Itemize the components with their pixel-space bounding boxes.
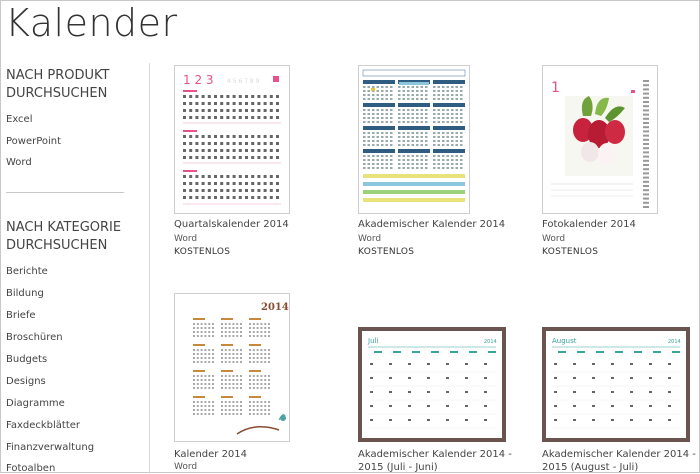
akademisch-juli-preview: Juli 2014 bbox=[367, 337, 497, 429]
template-price: KOSTENLOS bbox=[174, 247, 231, 257]
category-budgets[interactable]: Budgets bbox=[6, 354, 47, 365]
photo-month-number: 1 bbox=[551, 80, 560, 96]
product-filter-heading: NACH PRODUKT DURCHSUCHEN bbox=[6, 68, 110, 101]
filter-excel[interactable]: Excel bbox=[6, 114, 33, 125]
sidebar-divider-horizontal bbox=[6, 192, 124, 193]
template-thumbnail-quartalskalender[interactable]: 1 2 3 4 5 6 7 8 9 bbox=[174, 65, 290, 214]
category-faxdeckblaetter[interactable]: Faxdeckblätter bbox=[6, 420, 80, 431]
template-name-line1[interactable]: Akademischer Kalender 2014 - bbox=[358, 449, 512, 460]
template-name[interactable]: Kalender 2014 bbox=[174, 449, 247, 460]
year-label: 2014 bbox=[484, 339, 497, 345]
template-thumbnail-kalender-2014[interactable]: 2014 bbox=[174, 293, 290, 442]
year-label: 2014 bbox=[668, 339, 681, 345]
category-broschueren[interactable]: Broschüren bbox=[6, 332, 63, 343]
quartalskalender-preview: 1 2 3 4 5 6 7 8 9 bbox=[183, 73, 281, 205]
template-name-line2[interactable]: 2015 (August - Juli) bbox=[542, 462, 638, 473]
akademisch-august-preview: August 2014 bbox=[552, 337, 681, 429]
filter-word[interactable]: Word bbox=[6, 157, 32, 168]
template-price: KOSTENLOS bbox=[542, 247, 599, 257]
category-briefe[interactable]: Briefe bbox=[6, 310, 36, 321]
svg-text:4 5 6 7 8 9: 4 5 6 7 8 9 bbox=[227, 78, 260, 85]
sidebar-divider bbox=[149, 63, 150, 474]
category-fotoalben[interactable]: Fotoalben bbox=[6, 463, 55, 474]
fotokalender-preview: 1 bbox=[551, 80, 649, 208]
template-thumbnail-akademischer-kalender[interactable] bbox=[358, 65, 470, 214]
template-name[interactable]: Quartalskalender 2014 bbox=[174, 219, 289, 230]
template-thumbnail-akademisch-juli-juni[interactable]: Juli 2014 bbox=[358, 327, 506, 442]
template-name-line2[interactable]: 2015 (Juli - Juni) bbox=[358, 462, 438, 473]
template-thumbnail-akademisch-august-juli[interactable]: August 2014 bbox=[542, 327, 690, 442]
filter-powerpoint[interactable]: PowerPoint bbox=[6, 136, 61, 147]
template-app: Word bbox=[174, 234, 198, 244]
year-label: 2014 bbox=[261, 302, 289, 313]
category-designs[interactable]: Designs bbox=[6, 376, 46, 387]
category-diagramme[interactable]: Diagramme bbox=[6, 398, 65, 409]
template-name[interactable]: Fotokalender 2014 bbox=[542, 219, 636, 230]
template-name[interactable]: Akademischer Kalender 2014 bbox=[358, 219, 505, 230]
template-app: Word bbox=[358, 234, 382, 244]
akademischer-kalender-preview bbox=[362, 69, 466, 202]
template-app: Word bbox=[174, 462, 198, 472]
category-berichte[interactable]: Berichte bbox=[6, 266, 48, 277]
category-finanzverwaltung[interactable]: Finanzverwaltung bbox=[6, 442, 94, 453]
template-thumbnail-fotokalender[interactable]: 1 bbox=[542, 65, 658, 214]
app-window: { "header": { "title": "Kalender" }, "si… bbox=[0, 0, 700, 474]
month-label: August bbox=[552, 337, 577, 345]
month-label: Juli bbox=[367, 337, 378, 345]
category-filter-heading: NACH KATEGORIE DURCHSUCHEN bbox=[6, 220, 122, 253]
category-bildung[interactable]: Bildung bbox=[6, 288, 44, 299]
template-name-line1[interactable]: Akademischer Kalender 2014 - bbox=[542, 449, 696, 460]
page-title: Kalender bbox=[5, 1, 178, 45]
template-price: KOSTENLOS bbox=[358, 247, 415, 257]
template-app: Word bbox=[542, 234, 566, 244]
quarter-numbers: 1 2 3 bbox=[183, 73, 214, 87]
kalender-2014-preview: 2014 bbox=[193, 302, 289, 435]
